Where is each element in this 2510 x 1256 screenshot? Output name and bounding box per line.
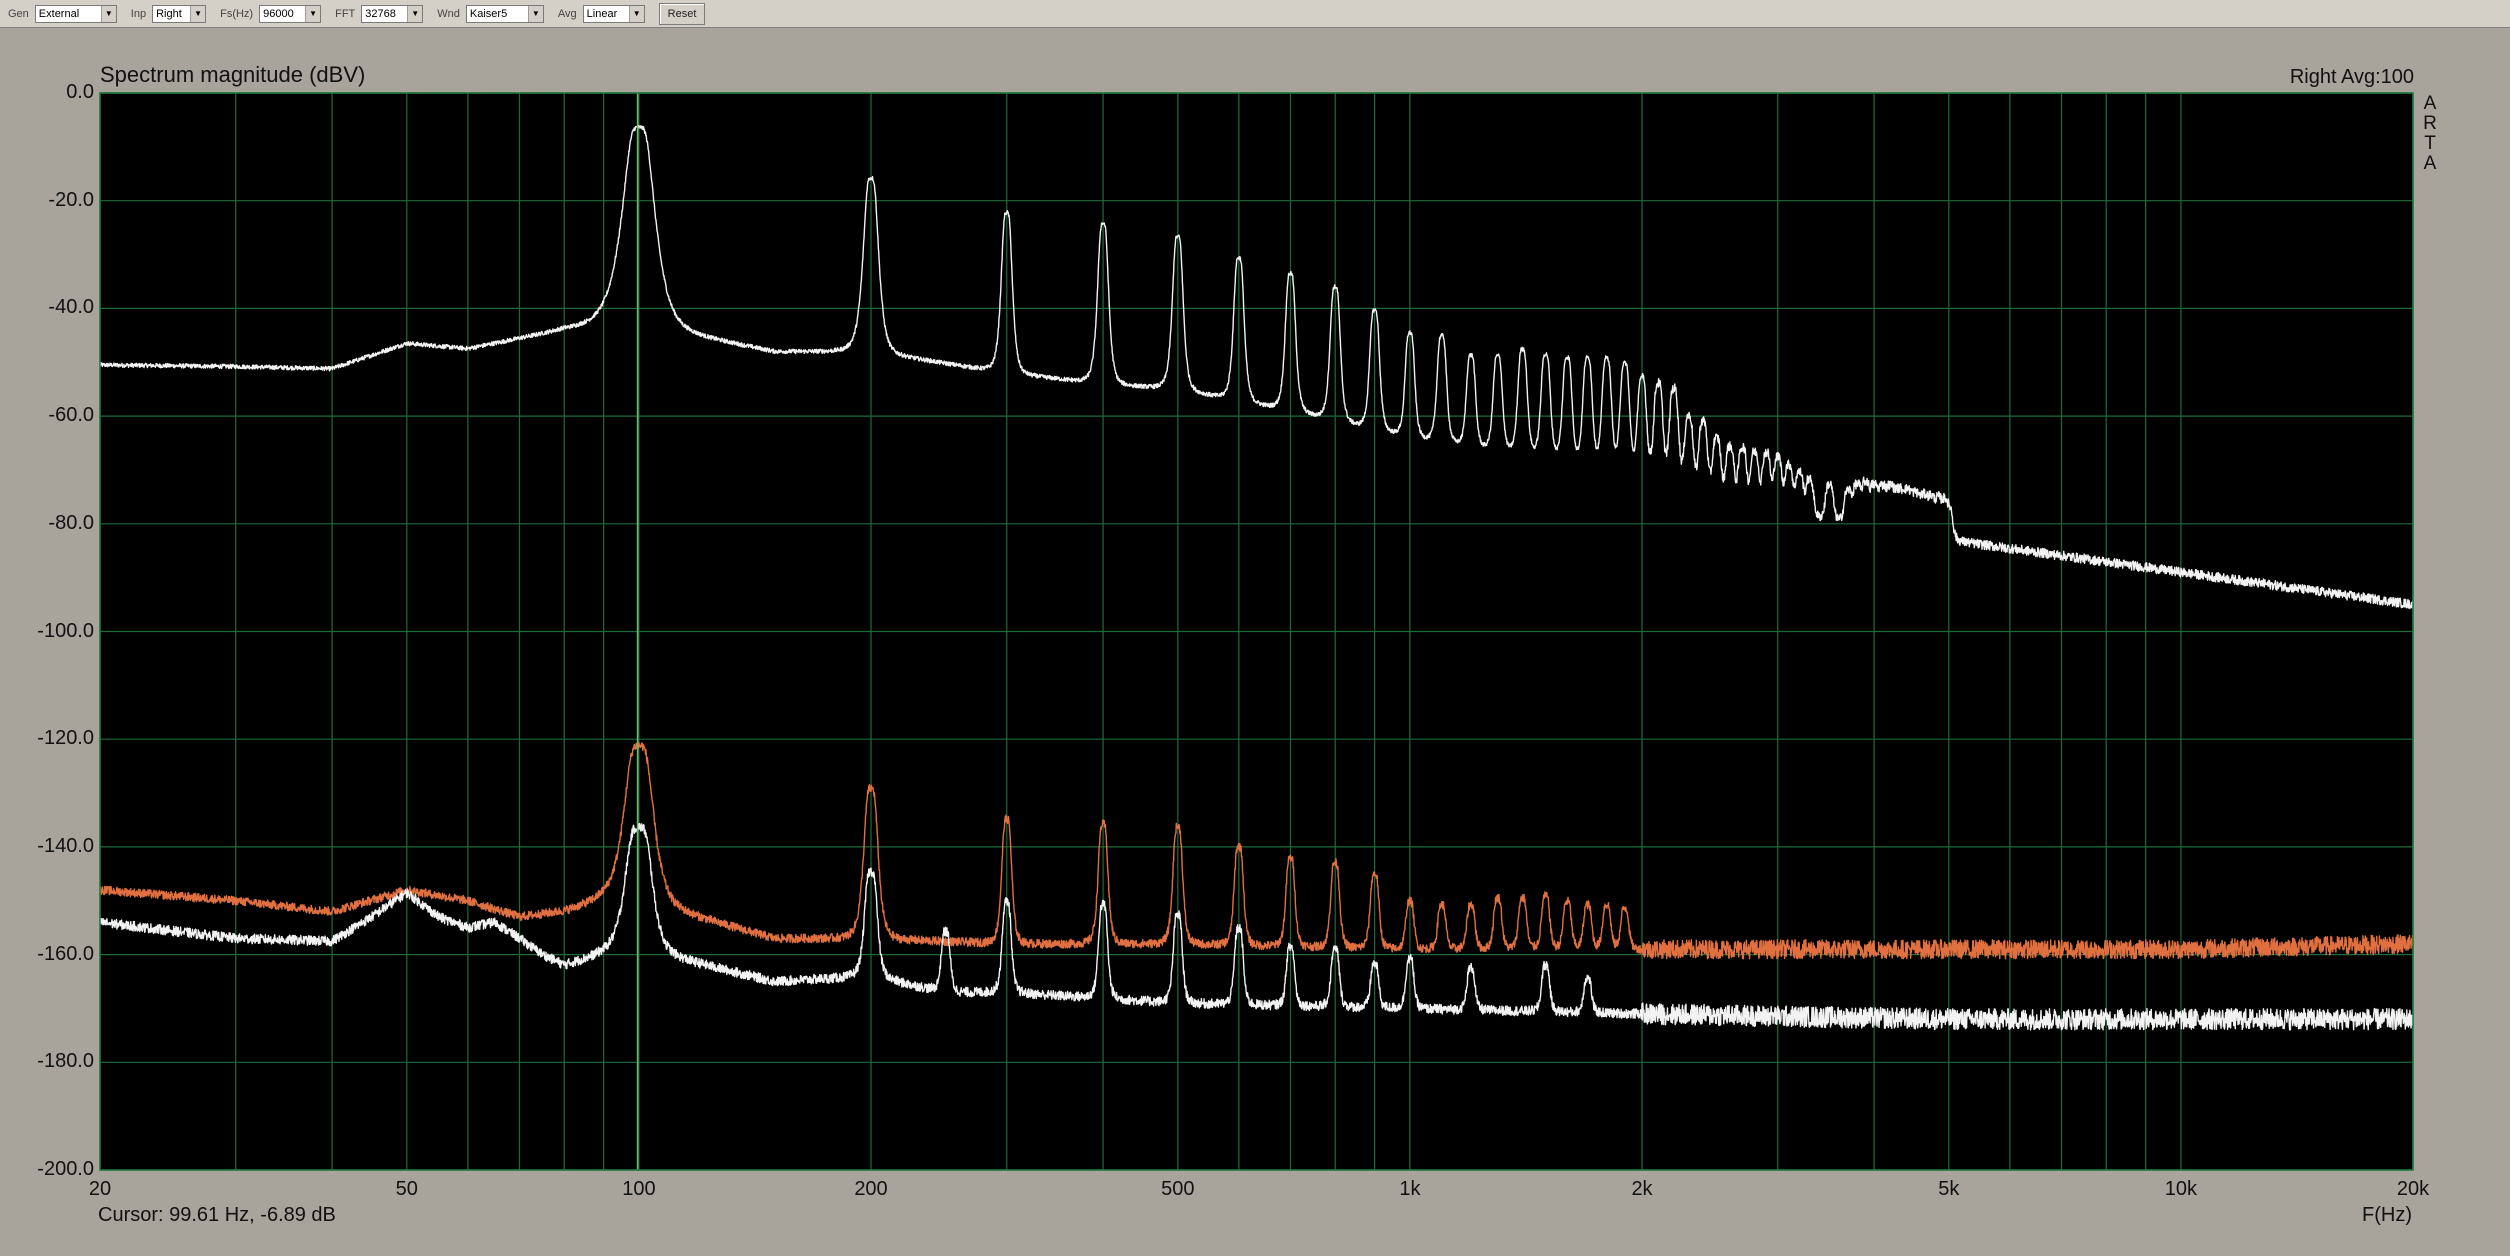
y-tick-label: -20.0 <box>48 188 94 211</box>
x-tick-label: 50 <box>395 1178 418 1200</box>
y-tick-label: -100.0 <box>37 619 94 642</box>
x-tick-label: 200 <box>854 1178 888 1200</box>
y-tick-label: 0.0 <box>66 81 94 103</box>
x-tick-label: 1k <box>1399 1178 1421 1200</box>
x-tick-label: 20k <box>2396 1178 2430 1200</box>
x-tick-label: 20 <box>88 1178 112 1200</box>
x-tick-label: 100 <box>622 1178 656 1200</box>
y-tick-label: -40.0 <box>48 296 94 319</box>
x-tick-label: 500 <box>1161 1178 1195 1200</box>
x-tick-label: 10k <box>2164 1178 2198 1200</box>
y-tick-label: -80.0 <box>48 511 94 534</box>
y-tick-label: -60.0 <box>48 404 94 427</box>
x-axis-unit-label: F(Hz) <box>2362 1204 2412 1226</box>
spectrum-plot[interactable] <box>0 0 2510 1256</box>
y-tick-label: -180.0 <box>37 1050 94 1073</box>
x-tick-label: 5k <box>1938 1178 1960 1200</box>
y-tick-label: -160.0 <box>37 942 94 965</box>
y-tick-label: -120.0 <box>37 727 94 750</box>
y-tick-label: -140.0 <box>37 834 94 857</box>
x-tick-label: 2k <box>1631 1178 1653 1200</box>
cursor-readout: Cursor: 99.61 Hz, -6.89 dB <box>98 1204 336 1226</box>
